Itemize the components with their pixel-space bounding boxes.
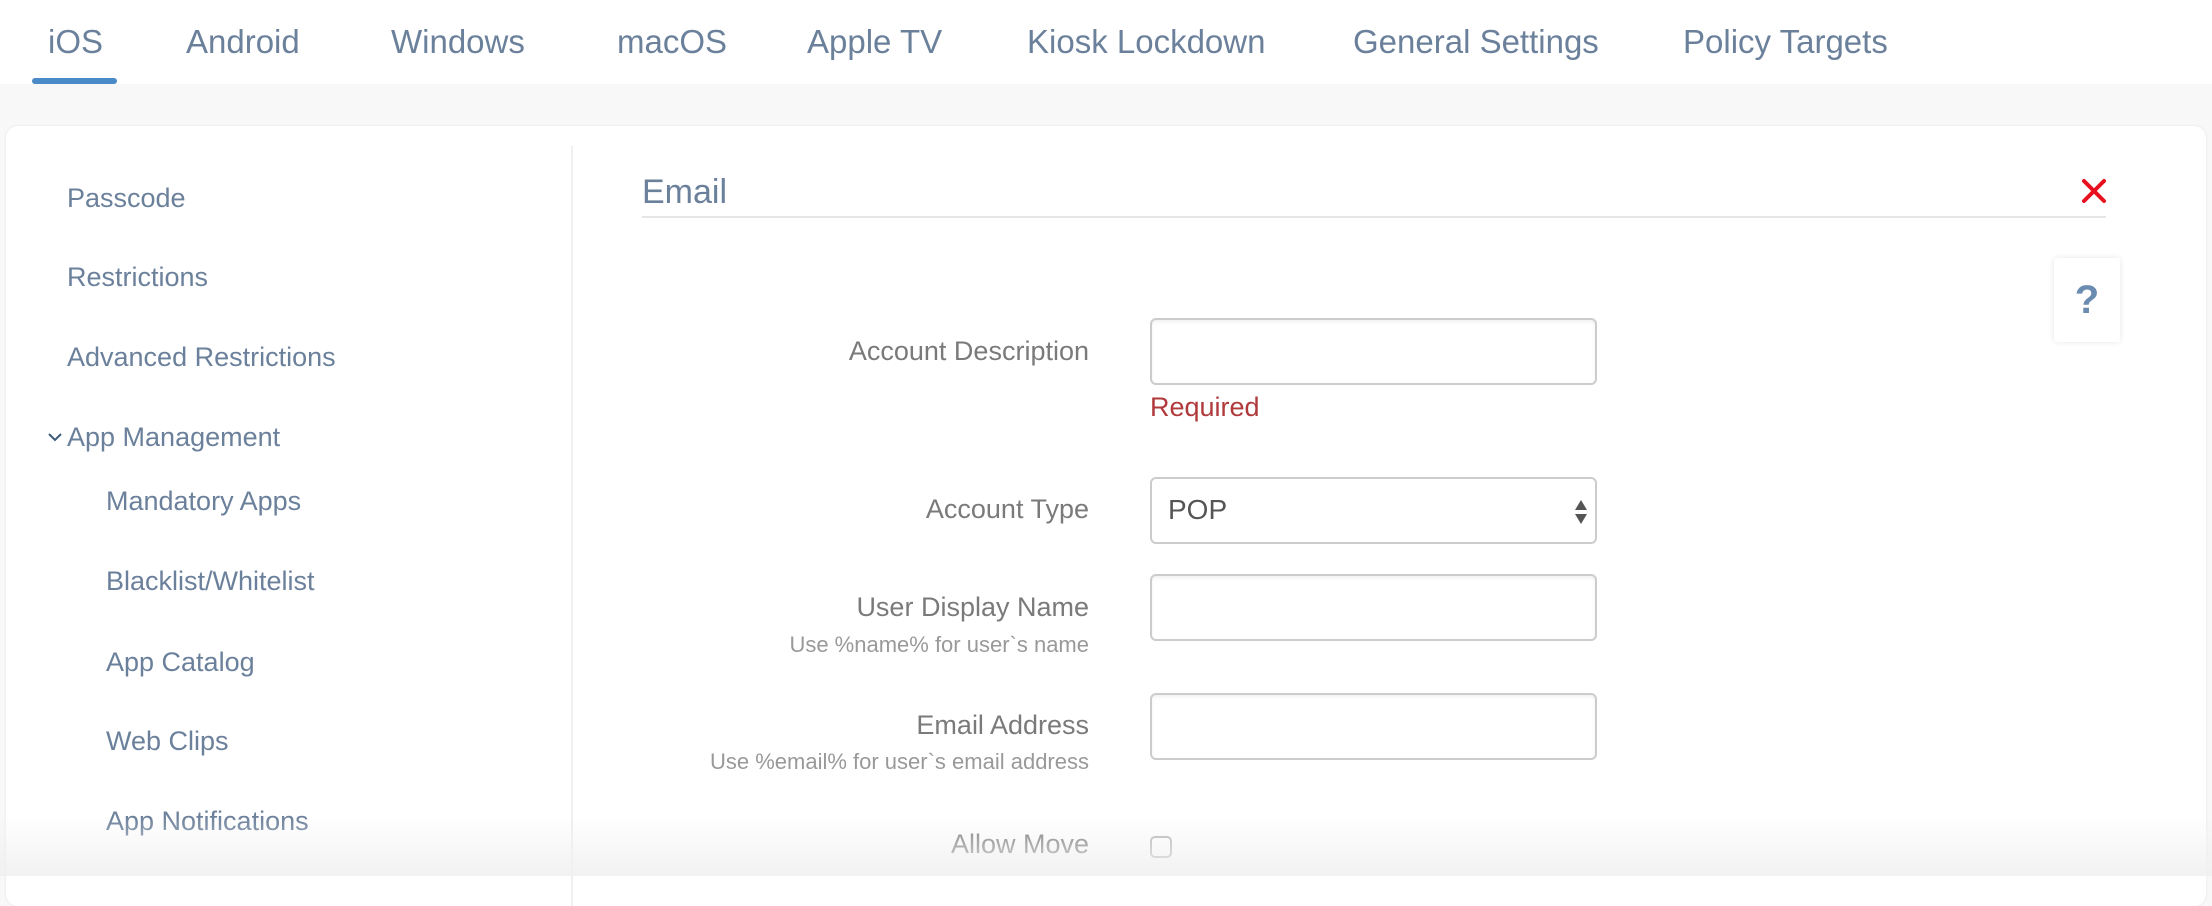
tab-macos[interactable]: macOS [617, 22, 727, 62]
sidebar-item-app-management[interactable]: App Management [67, 420, 280, 454]
help-button[interactable]: ? [2054, 258, 2120, 342]
platform-tab-bar: iOS Android Windows macOS Apple TV Kiosk… [0, 0, 2212, 84]
section-divider [642, 216, 2106, 218]
tab-apple-tv[interactable]: Apple TV [807, 22, 942, 62]
user-display-name-hint: Use %name% for user`s name [789, 632, 1089, 657]
sidebar-divider [571, 146, 573, 906]
sidebar-item-web-clips[interactable]: Web Clips [106, 724, 229, 758]
tab-kiosk-lockdown[interactable]: Kiosk Lockdown [1027, 22, 1265, 62]
tab-ios[interactable]: iOS [31, 22, 118, 84]
tab-android[interactable]: Android [186, 22, 300, 62]
user-display-name-input[interactable] [1150, 574, 1597, 641]
email-address-hint: Use %email% for user`s email address [709, 749, 1089, 774]
select-updown-arrows-icon [1575, 500, 1587, 524]
email-address-input[interactable] [1150, 693, 1597, 760]
account-description-required-message: Required [1150, 392, 1260, 422]
allow-move-checkbox[interactable] [1150, 836, 1172, 858]
tab-windows[interactable]: Windows [391, 22, 525, 62]
allow-move-label: Allow Move [950, 829, 1089, 859]
account-type-selected-value: POP [1168, 494, 1228, 525]
account-description-label: Account Description [848, 336, 1089, 366]
tab-general-settings[interactable]: General Settings [1353, 22, 1599, 62]
close-icon[interactable] [2081, 178, 2107, 204]
sidebar-item-app-catalog[interactable]: App Catalog [106, 645, 255, 679]
policy-card: Passcode Restrictions Advanced Restricti… [6, 126, 2206, 906]
help-icon: ? [2074, 277, 2100, 322]
account-type-select[interactable]: POP [1150, 477, 1597, 544]
sidebar-item-advanced-restrictions[interactable]: Advanced Restrictions [67, 340, 336, 374]
sidebar-item-app-notifications[interactable]: App Notifications [106, 804, 309, 838]
account-description-input[interactable] [1150, 318, 1597, 385]
account-type-label: Account Type [925, 494, 1089, 524]
sidebar-item-mandatory-apps[interactable]: Mandatory Apps [106, 484, 301, 518]
sidebar-item-blacklist-whitelist[interactable]: Blacklist/Whitelist [106, 564, 315, 598]
chevron-down-icon[interactable] [47, 429, 63, 445]
sidebar-item-passcode[interactable]: Passcode [67, 181, 186, 215]
sidebar-item-restrictions[interactable]: Restrictions [67, 260, 208, 294]
user-display-name-label: User Display Name [856, 592, 1089, 622]
tab-policy-targets[interactable]: Policy Targets [1683, 22, 1888, 62]
section-title: Email [642, 173, 728, 211]
email-address-label: Email Address [916, 710, 1089, 740]
